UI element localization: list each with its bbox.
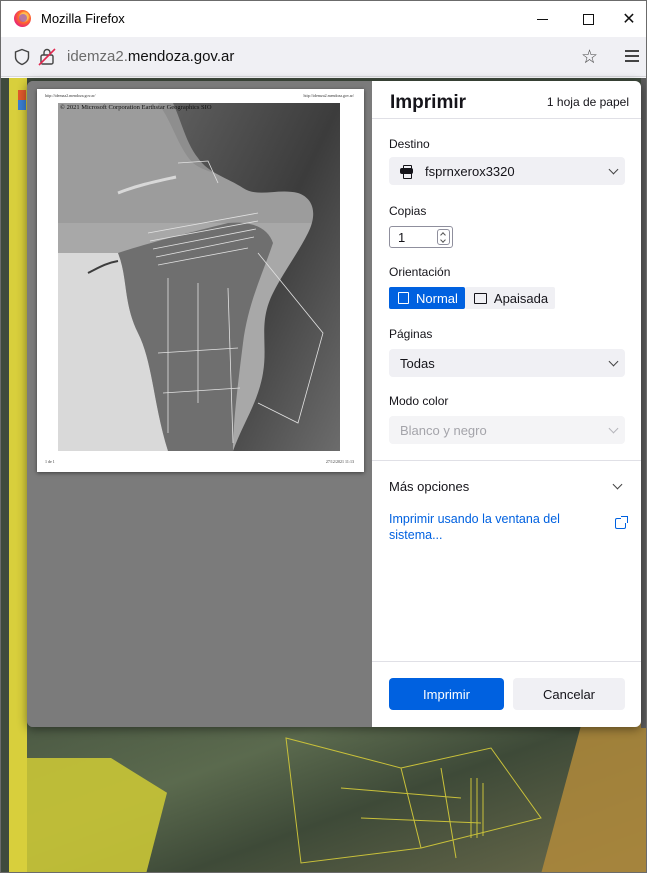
destination-label: Destino (389, 137, 430, 151)
preview-sheet: http://idemza2.mendoza.gov.ar/ http://id… (37, 89, 364, 472)
close-icon: ✕ (622, 11, 636, 28)
title-bar: Mozilla Firefox ✕ (1, 1, 646, 37)
orientation-landscape-label: Apaisada (493, 290, 549, 306)
more-options-toggle[interactable]: Más opciones (389, 479, 625, 494)
tracking-protection-shield-icon[interactable] (13, 48, 31, 66)
pages-value: Todas (400, 355, 435, 371)
preview-copyright: © 2021 Microsoft Corporation Earthstar G… (60, 104, 212, 111)
window-title: Mozilla Firefox (41, 11, 125, 26)
copies-value: 1 (398, 230, 406, 245)
chevron-down-icon (608, 356, 619, 367)
print-button[interactable]: Imprimir (389, 678, 504, 710)
firefox-window: Mozilla Firefox ✕ idemza2.mendoza.gov.ar… (0, 0, 647, 873)
print-dialog: http://idemza2.mendoza.gov.ar/ http://id… (27, 81, 641, 727)
pages-select[interactable]: Todas (389, 349, 625, 377)
portrait-page-icon (398, 292, 409, 304)
map-edge (641, 78, 646, 728)
color-mode-value: Blanco y negro (400, 422, 487, 438)
color-mode-select[interactable]: Blanco y negro (389, 416, 625, 444)
system-dialog-link[interactable]: Imprimir usando la ventana del sistema..… (389, 511, 589, 543)
sheet-count: 1 hoja de papel (546, 95, 629, 109)
external-link-icon[interactable] (615, 516, 628, 529)
map-parcel-lines (285, 737, 542, 864)
url-field[interactable]: idemza2.mendoza.gov.ar (67, 48, 234, 65)
minimize-icon (536, 18, 548, 20)
preview-footer-left: 1 de 1 (45, 459, 55, 464)
cancel-button[interactable]: Cancelar (513, 678, 625, 710)
map-legend-strip (18, 90, 26, 120)
divider (372, 460, 641, 461)
color-mode-label: Modo color (389, 394, 449, 408)
chevron-down-icon (608, 423, 619, 434)
chevron-down-icon (612, 479, 623, 490)
more-options-label: Más opciones (389, 479, 470, 494)
preview-header-left: http://idemza2.mendoza.gov.ar/ (45, 93, 96, 98)
minimize-button[interactable] (519, 1, 565, 37)
copies-spinner[interactable] (437, 229, 450, 245)
copies-input[interactable]: 1 (389, 226, 453, 248)
orientation-label: Orientación (389, 265, 451, 279)
url-domain: mendoza.gov.ar (127, 48, 235, 65)
preview-map-image: © 2021 Microsoft Corporation Earthstar G… (58, 103, 340, 451)
maximize-button[interactable] (565, 1, 611, 37)
divider (372, 661, 641, 662)
divider (372, 118, 641, 119)
copies-label: Copias (389, 204, 427, 218)
landscape-page-icon (473, 292, 487, 304)
destination-select[interactable]: fsprnxerox3320 (389, 157, 625, 185)
firefox-logo-icon (14, 10, 31, 27)
preview-footer-right: 27/12/2021 11:13 (325, 459, 354, 464)
insecure-lock-icon[interactable] (38, 47, 56, 67)
print-preview-area: http://idemza2.mendoza.gov.ar/ http://id… (27, 81, 372, 727)
bookmark-star-icon[interactable]: ☆ (581, 46, 598, 69)
map-yellow-layer (9, 78, 27, 872)
close-window-button[interactable]: ✕ (611, 1, 646, 37)
destination-value: fsprnxerox3320 (425, 163, 515, 179)
orientation-landscape-button[interactable]: Apaisada (464, 287, 556, 309)
preview-satellite-map (58, 103, 340, 451)
app-menu-hamburger-icon[interactable] (625, 50, 639, 62)
url-prefix: idemza2. (67, 48, 128, 65)
navigation-toolbar: idemza2.mendoza.gov.ar ☆ (1, 37, 646, 77)
printer-icon (400, 165, 413, 179)
print-title: Imprimir (390, 92, 467, 113)
orientation-portrait-button[interactable]: Normal (389, 287, 465, 309)
preview-header-right: http://idemza2.mendoza.gov.ar/ (303, 93, 354, 98)
maximize-icon (582, 13, 594, 25)
pages-label: Páginas (389, 327, 433, 341)
print-settings-panel: Imprimir 1 hoja de papel Destino fsprnxe… (372, 81, 641, 727)
orientation-toggle: Normal Apaisada (389, 287, 556, 309)
orientation-portrait-label: Normal (416, 290, 458, 306)
chevron-down-icon (608, 164, 619, 175)
